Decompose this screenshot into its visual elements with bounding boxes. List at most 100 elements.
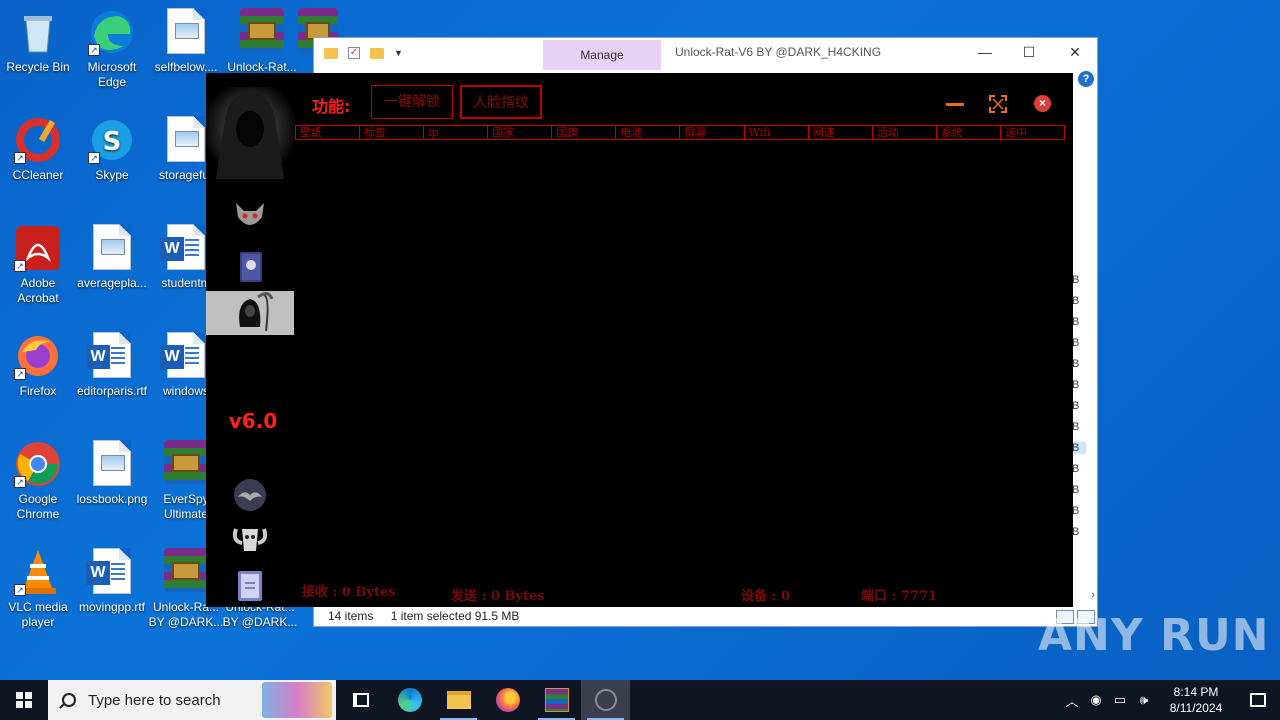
size-cell: B: [1072, 526, 1080, 538]
spell-book-icon[interactable]: [232, 567, 268, 603]
column-header[interactable]: 国旗: [552, 126, 617, 139]
desktop-icon-label: editorparis.rtf: [76, 384, 148, 398]
desktop-icon-ccleaner[interactable]: ↗ CCleaner: [0, 116, 76, 183]
ram-skull-icon[interactable]: [232, 521, 268, 557]
column-header[interactable]: 屏幕: [680, 126, 745, 139]
shortcut-arrow-icon: ↗: [14, 152, 26, 164]
sidebar-selected-item[interactable]: [206, 291, 294, 335]
network-icon[interactable]: ▭: [1108, 692, 1132, 708]
close-button[interactable]: ✕: [1052, 38, 1098, 66]
rat-close-button[interactable]: ×: [1034, 95, 1051, 112]
scroll-right-arrow-icon[interactable]: ›: [1091, 589, 1095, 601]
clock[interactable]: 8:14 PM 8/11/2024: [1156, 684, 1236, 716]
desktop-icon-editorparis[interactable]: W editorparis.rtf: [74, 332, 150, 399]
image-file-icon: [162, 8, 210, 56]
desktop-icon-recycle-bin[interactable]: Recycle Bin: [0, 8, 76, 75]
desktop-icon-microsoft-edge[interactable]: ↗ Microsoft Edge: [74, 8, 150, 90]
show-hidden-icons-chevron-icon[interactable]: ︿: [1060, 691, 1084, 710]
adobe-acrobat-icon: ↗: [14, 224, 62, 272]
chrome-icon: ↗: [14, 440, 62, 488]
new-folder-icon[interactable]: [370, 47, 384, 59]
desktop-icon-label: lossbook.png: [76, 492, 148, 506]
column-header[interactable]: 标签: [360, 126, 425, 139]
shortcut-arrow-icon: ↗: [14, 368, 26, 380]
desktop-icon-firefox[interactable]: ↗ Firefox: [0, 332, 76, 399]
sent-bytes-status: 发送 : 0 Bytes: [451, 589, 545, 604]
column-header[interactable]: 系统: [937, 126, 1001, 139]
notification-icon: [1250, 693, 1266, 707]
desktop-icon-selfbelow[interactable]: selfbelow....: [148, 8, 224, 75]
start-button[interactable]: [0, 680, 48, 720]
folder-icon[interactable]: [324, 47, 338, 59]
version-label: v6.0: [228, 409, 278, 433]
desktop-icon-label: Recycle Bin: [6, 60, 70, 74]
one-click-unlock-button[interactable]: 一键解锁: [371, 85, 453, 119]
taskbar-winrar[interactable]: [532, 680, 581, 720]
desktop-icon-adobe-acrobat[interactable]: ↗ Adobe Acrobat: [0, 224, 76, 306]
desktop-icon-lossbook[interactable]: lossbook.png: [74, 440, 150, 507]
desktop-icon-google-chrome[interactable]: ↗ Google Chrome: [0, 440, 76, 522]
book-icon[interactable]: [232, 249, 268, 285]
unlock-rat-window[interactable]: v6.0 功能: 一键解锁 人脸指纹 × 壁纸 标签 ip 国家 国旗 电池 屏…: [206, 73, 1073, 607]
size-cell: B: [1072, 337, 1080, 349]
search-highlight-image: [262, 682, 332, 718]
column-header[interactable]: 活动: [873, 126, 937, 139]
size-cell: B: [1072, 463, 1080, 475]
rat-fullscreen-icon[interactable]: [989, 95, 1007, 113]
column-header[interactable]: ip: [424, 126, 489, 139]
desktop-icon-movingpp[interactable]: W movingpp.rtf: [74, 548, 150, 615]
taskbar-unlock-rat[interactable]: [581, 680, 630, 720]
maximize-button[interactable]: ☐: [1006, 38, 1052, 66]
rat-minimize-button[interactable]: [946, 103, 964, 106]
taskbar-file-explorer[interactable]: [434, 680, 483, 720]
word-document-icon: W: [86, 548, 136, 596]
customize-dropdown-icon[interactable]: ▼: [394, 48, 403, 58]
column-header[interactable]: 选中: [1001, 126, 1064, 139]
demon-mask-icon[interactable]: [232, 197, 268, 233]
desktop-icon-averagepla[interactable]: averagepla...: [74, 224, 150, 291]
task-view-button[interactable]: [336, 680, 385, 720]
properties-check-icon[interactable]: ✓: [348, 47, 360, 59]
firefox-icon: ↗: [14, 332, 62, 380]
word-document-icon: W: [86, 332, 136, 380]
desktop-icon-unlock-rat-top[interactable]: Unlock-Rat...: [224, 8, 300, 75]
function-label: 功能:: [312, 97, 351, 116]
size-cell: B: [1072, 295, 1080, 307]
column-header[interactable]: 国家: [488, 126, 553, 139]
explorer-titlebar[interactable]: ✓ ▼ Manage Unlock-Rat-V6 BY @DARK_H4CKIN…: [314, 38, 1098, 70]
recycle-bin-icon: [14, 8, 62, 56]
volume-icon[interactable]: 🕪: [1132, 692, 1156, 708]
desktop-icon-vlc[interactable]: ↗ VLC media player: [0, 548, 76, 630]
desktop-icon-label: averagepla...: [77, 276, 147, 290]
status-item-count: 14 items: [328, 609, 374, 623]
quick-access-toolbar: ✓ ▼: [314, 47, 544, 59]
tab-manage[interactable]: Manage: [543, 40, 661, 70]
desktop-icon-skype[interactable]: S ↗ Skype: [74, 116, 150, 183]
notification-center-button[interactable]: [1236, 680, 1280, 720]
word-document-icon: W: [160, 224, 210, 272]
taskbar-search-box[interactable]: Type here to search: [48, 680, 336, 720]
desktop-icon-label: Microsoft Edge: [87, 60, 137, 89]
help-icon[interactable]: ?: [1078, 71, 1094, 87]
shortcut-arrow-icon: ↗: [14, 584, 26, 596]
webcam-icon[interactable]: ◉: [1084, 692, 1108, 708]
svg-text:S: S: [103, 127, 122, 157]
bat-moon-icon[interactable]: [232, 477, 268, 513]
port-status: 端口 : 7771: [861, 589, 938, 604]
desktop-icon-label: Adobe Acrobat: [17, 276, 59, 305]
winrar-archive-icon: [162, 440, 210, 488]
column-header[interactable]: 网速: [809, 126, 873, 139]
hooded-hacker-logo: [206, 87, 294, 179]
taskbar-edge[interactable]: [385, 680, 434, 720]
status-selection: 1 item selected 91.5 MB: [390, 609, 520, 623]
face-fingerprint-button[interactable]: 人脸指纹: [460, 85, 542, 119]
anyrun-watermark: ANY RUN: [1038, 610, 1270, 661]
desktop-icon-label: VLC media player: [8, 600, 68, 629]
column-header[interactable]: 壁纸: [296, 126, 361, 139]
device-table-header: 壁纸 标签 ip 国家 国旗 电池 屏幕 Wifi 网速 活动 系统 选中: [295, 125, 1065, 140]
taskbar-firefox[interactable]: [483, 680, 532, 720]
column-header[interactable]: Wifi: [745, 126, 809, 139]
column-header[interactable]: 电池: [616, 126, 681, 139]
rat-app-icon: [594, 689, 617, 711]
minimize-button[interactable]: —: [962, 38, 1008, 66]
